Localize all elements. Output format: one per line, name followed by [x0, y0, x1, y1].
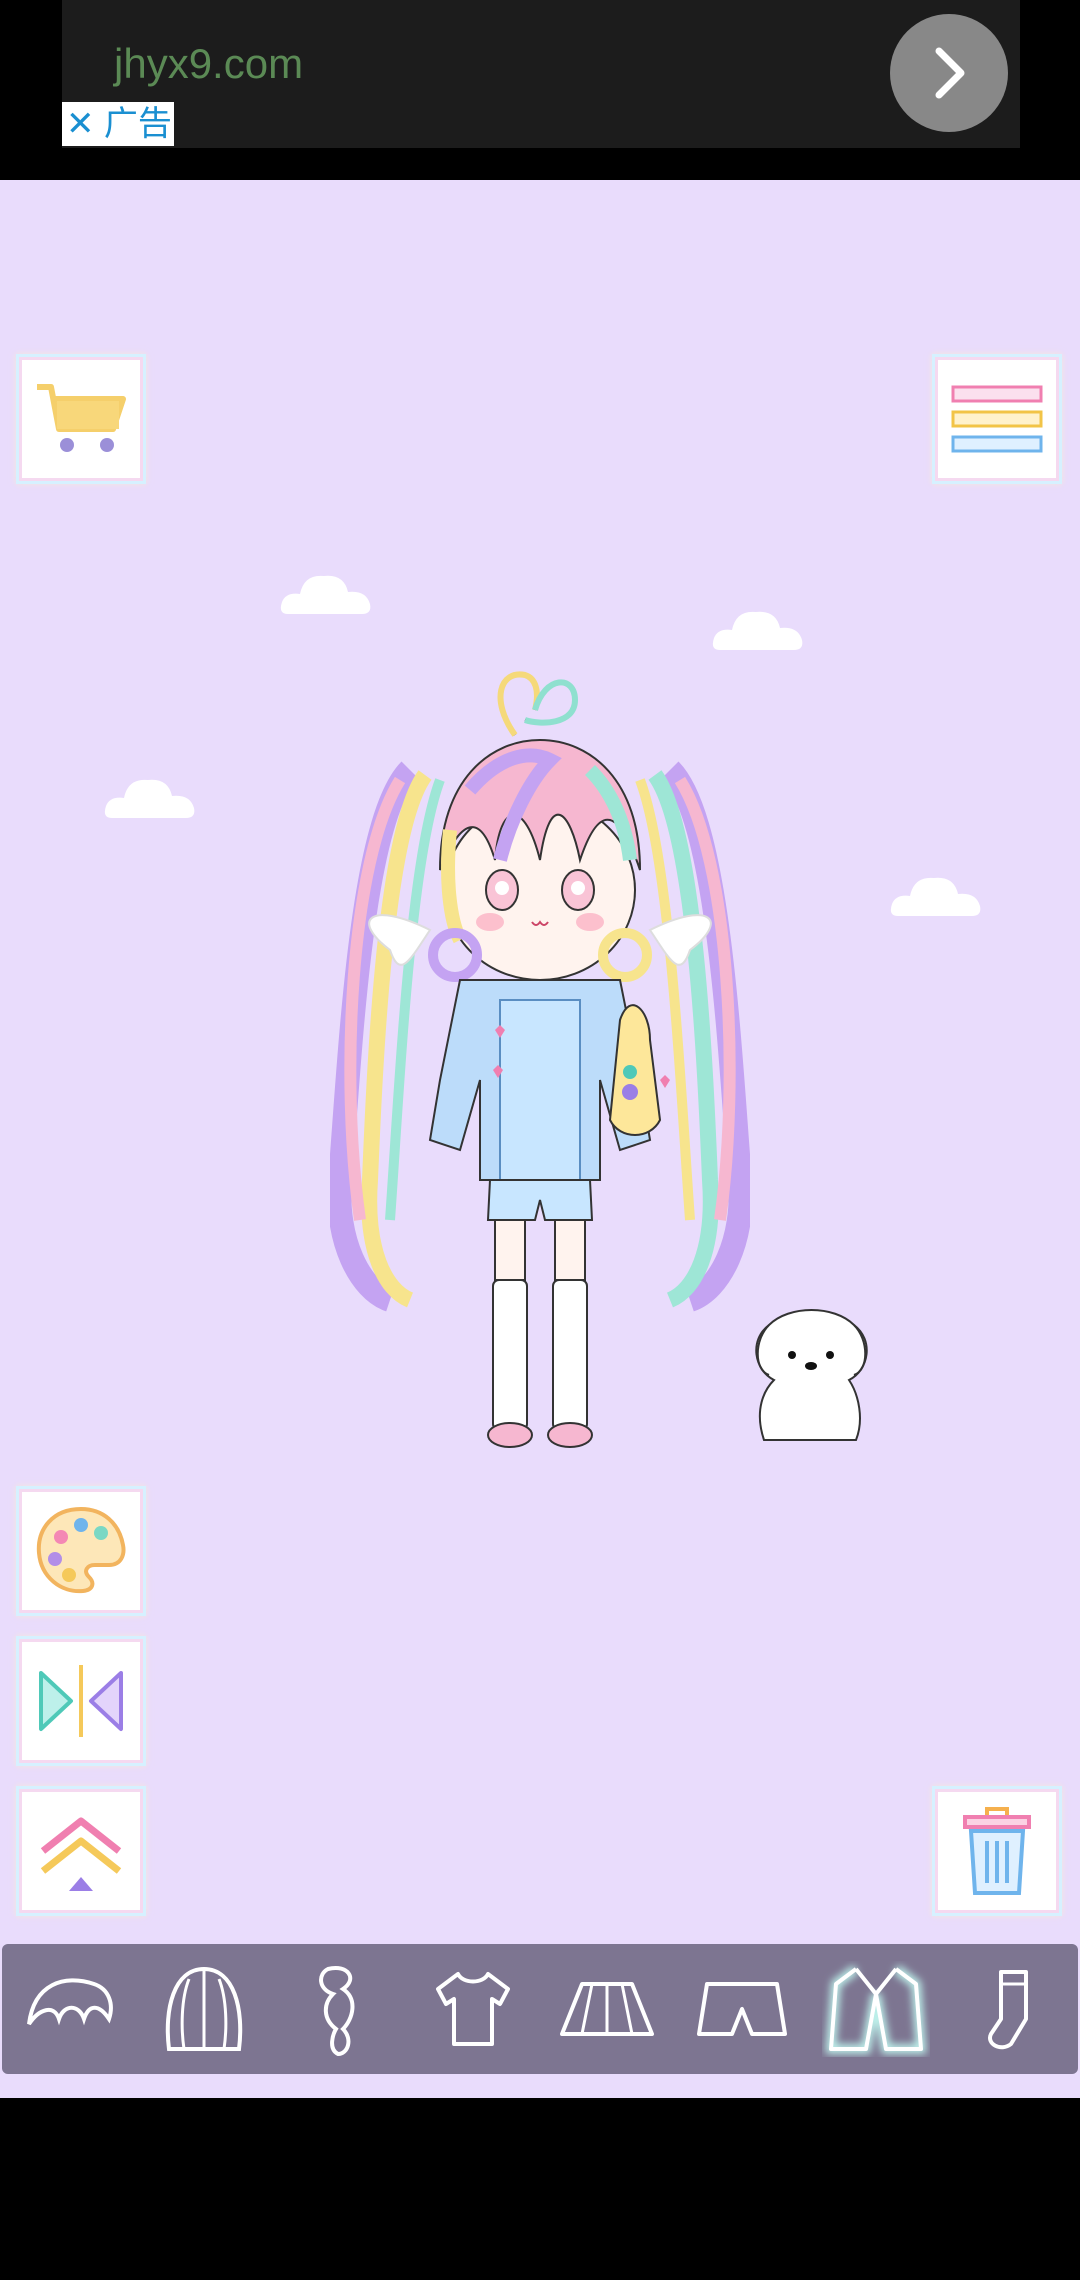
bangs-icon [27, 1978, 114, 2026]
menu-icon [951, 385, 1043, 453]
ad-open-button[interactable] [890, 14, 1008, 132]
jacket-icon [825, 1965, 927, 2054]
ad-banner[interactable]: jhyx9.com ✕ 广告 [62, 0, 1020, 148]
category-toolbar [2, 1944, 1078, 2074]
trash-icon [963, 1807, 1031, 1895]
tshirt-icon [435, 1972, 510, 2046]
chevron-right-icon [935, 47, 965, 99]
category-skirt[interactable] [552, 1954, 662, 2064]
delete-button[interactable] [938, 1792, 1056, 1910]
ad-close-button[interactable]: ✕ 广告 [62, 102, 174, 146]
shop-button[interactable] [22, 360, 140, 478]
palette-icon [36, 1506, 126, 1594]
pet-puppy[interactable] [744, 1300, 878, 1450]
game-canvas [0, 180, 1080, 2098]
ad-url[interactable]: jhyx9.com [114, 40, 303, 88]
category-socks[interactable] [956, 1954, 1066, 2064]
cloud-decoration [280, 575, 371, 614]
character-avatar[interactable] [330, 660, 750, 1460]
navigation-bar-area [0, 2098, 1080, 2280]
category-bangs[interactable] [14, 1954, 124, 2064]
category-side-hair[interactable] [283, 1954, 393, 2064]
category-outfit[interactable] [821, 1954, 931, 2064]
flip-icon [39, 1665, 123, 1737]
category-top[interactable] [418, 1954, 528, 2064]
shorts-icon [696, 1982, 787, 2036]
color-palette-button[interactable] [22, 1492, 140, 1610]
back-hair-icon [165, 1966, 242, 2051]
layer-up-button[interactable] [22, 1792, 140, 1910]
cloud-decoration [104, 779, 195, 818]
ponytail-icon [319, 1966, 355, 2057]
cloud-decoration [890, 877, 981, 916]
sock-icon [987, 1970, 1028, 2050]
skirt-icon [560, 1982, 655, 2036]
menu-button[interactable] [938, 360, 1056, 478]
cloud-decoration [712, 611, 803, 650]
cart-icon [37, 384, 126, 452]
layer-up-icon [40, 1817, 122, 1891]
category-shorts[interactable] [687, 1954, 797, 2064]
category-back-hair[interactable] [149, 1954, 259, 2064]
flip-button[interactable] [22, 1642, 140, 1760]
